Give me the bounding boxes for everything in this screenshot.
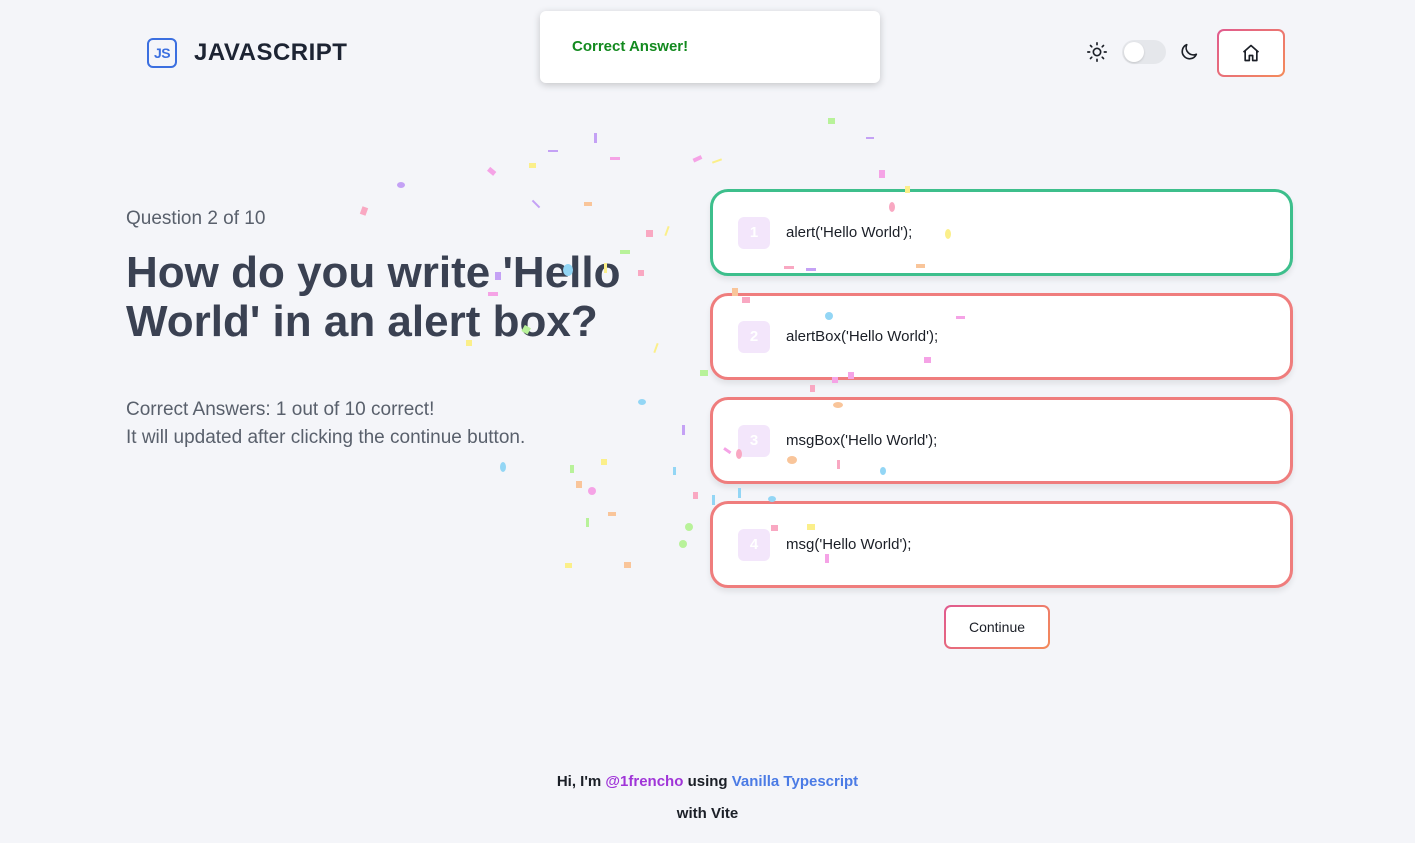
option-label: msg('Hello World'); [786, 536, 912, 553]
footer-prefix: Hi, I'm [556, 773, 602, 790]
tech-link[interactable]: Vanilla Typescript [732, 773, 858, 790]
answer-option-4[interactable]: 4 msg('Hello World'); [710, 501, 1293, 588]
js-logo-icon: JS [147, 38, 177, 68]
option-number-badge: 4 [738, 528, 770, 561]
answer-option-2[interactable]: 2 alertBox('Hello World'); [710, 293, 1293, 380]
option-label: alertBox('Hello World'); [786, 328, 939, 345]
option-label: msgBox('Hello World'); [786, 432, 938, 449]
footer-credit: Hi, I'm @1frencho using Vanilla Typescri… [0, 766, 1415, 798]
theme-toggle[interactable] [1122, 40, 1166, 64]
option-number-badge: 3 [738, 424, 770, 457]
score-summary: Correct Answers: 1 out of 10 correct! It… [126, 396, 525, 452]
footer: Hi, I'm @1frencho using Vanilla Typescri… [0, 766, 1415, 830]
toggle-knob [1124, 42, 1144, 62]
score-line: Correct Answers: 1 out of 10 correct! [126, 399, 435, 420]
option-number-badge: 2 [738, 320, 770, 353]
option-label: alert('Hello World'); [786, 224, 913, 241]
question-title: How do you write 'Hello World' in an ale… [126, 248, 621, 346]
moon-icon [1181, 43, 1198, 60]
home-icon [1242, 44, 1260, 62]
answer-option-1[interactable]: 1 alert('Hello World'); [710, 189, 1293, 276]
app-title: JAVASCRIPT [194, 39, 348, 66]
question-counter: Question 2 of 10 [126, 208, 266, 229]
logo: JS JAVASCRIPT [147, 38, 347, 68]
footer-line2: with Vite [676, 805, 739, 822]
footer-middle: using [687, 773, 728, 790]
author-link[interactable]: @1frencho [605, 773, 683, 790]
answer-option-3[interactable]: 3 msgBox('Hello World'); [710, 397, 1293, 484]
sun-icon [1087, 42, 1107, 62]
header: JS JAVASCRIPT Correct Answer! [0, 0, 1415, 110]
home-button[interactable] [1217, 29, 1285, 77]
score-note: It will updated after clicking the conti… [126, 427, 526, 448]
toast-notification: Correct Answer! [540, 11, 880, 83]
continue-button[interactable]: Continue [944, 605, 1050, 649]
option-number-badge: 1 [738, 216, 770, 249]
toast-message: Correct Answer! [572, 38, 689, 55]
answer-options: 1 alert('Hello World'); 2 alertBox('Hell… [710, 189, 1293, 605]
theme-switcher [1086, 40, 1200, 64]
